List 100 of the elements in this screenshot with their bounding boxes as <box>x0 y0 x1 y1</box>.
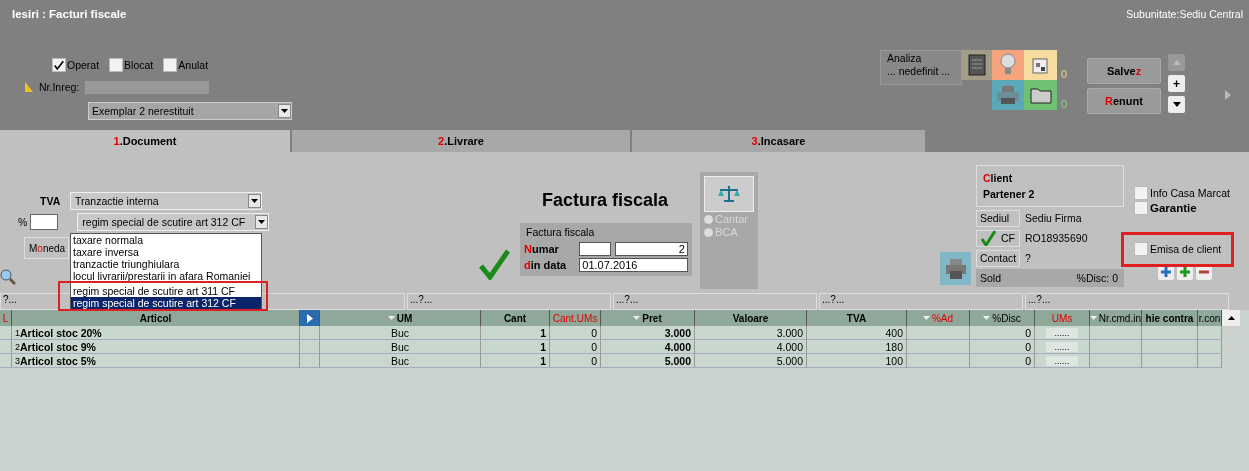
scroll-up-button[interactable] <box>1222 310 1240 326</box>
dropdown-option[interactable]: taxare inversa <box>71 246 261 258</box>
analysis-field[interactable]: Analiza ... nedefinit ... <box>880 50 962 85</box>
copy-select[interactable]: Exemplar 2 nerestituit <box>88 102 292 120</box>
column-header[interactable]: r.con <box>1198 310 1222 326</box>
down-button[interactable] <box>1168 96 1185 113</box>
column-header[interactable]: TVA <box>807 310 907 326</box>
cf-label: CF <box>976 229 1020 247</box>
checkbox[interactable] <box>1134 242 1148 256</box>
discount-value: %Disc: 0 <box>1076 272 1118 284</box>
number-field[interactable]: 2 <box>614 242 688 256</box>
table-cell: 400 <box>807 326 907 340</box>
ums-button[interactable]: ...... <box>1046 327 1078 338</box>
dropdown-option[interactable]: taxare normala <box>71 234 261 246</box>
column-header[interactable]: Valoare <box>695 310 807 326</box>
table-cell <box>300 326 320 340</box>
tab[interactable]: 2.Livrare <box>292 130 630 152</box>
table-cell: 5.000 <box>601 354 695 368</box>
dropdown-button[interactable] <box>248 194 261 208</box>
contact-value: ? <box>1024 252 1031 264</box>
table-cell: 0 <box>550 354 601 368</box>
sort-icon <box>922 316 930 320</box>
ums-button[interactable]: ...... <box>1046 341 1078 352</box>
lightbulb-icon[interactable] <box>992 50 1024 80</box>
column-header[interactable]: UM <box>320 310 481 326</box>
scale-button[interactable] <box>704 176 754 212</box>
table-cell <box>1142 326 1198 340</box>
table-cell: Buc <box>320 340 481 354</box>
table-cell: 3.000 <box>695 326 807 340</box>
checkbox[interactable] <box>109 58 124 72</box>
filter-field[interactable]: ...?... <box>407 293 611 310</box>
caret-icon <box>258 220 266 224</box>
filter-field[interactable]: ...?... <box>819 293 1023 310</box>
document-icon[interactable] <box>962 50 992 80</box>
dropdown-button[interactable] <box>255 215 269 229</box>
table-cell <box>1142 354 1198 368</box>
checkbox[interactable] <box>52 58 66 72</box>
column-header[interactable]: Articol <box>12 310 300 326</box>
checkmark-icon <box>53 58 65 72</box>
action-button[interactable]: Renunt <box>1087 88 1161 114</box>
table-cell: 1 <box>481 340 550 354</box>
search-icon[interactable] <box>0 269 16 285</box>
table-cell: Buc <box>320 326 481 340</box>
balance-label: Sold <box>980 272 1001 284</box>
action-button[interactable]: Salvez <box>1087 58 1161 84</box>
table-cell: 0 <box>550 326 601 340</box>
date-field[interactable]: 01.07.2016 <box>579 258 688 272</box>
folder-icon[interactable] <box>1024 80 1057 110</box>
table-cell <box>1198 354 1222 368</box>
percent-field[interactable] <box>30 214 59 230</box>
transaction-select[interactable]: Tranzactie interna <box>70 192 262 210</box>
caret-icon <box>1227 316 1235 320</box>
column-menu-button[interactable] <box>300 310 320 326</box>
checkbox[interactable] <box>1134 186 1148 200</box>
client-name: Partener 2 <box>983 188 1035 200</box>
printer-icon[interactable] <box>992 80 1024 110</box>
caret-icon <box>281 109 288 113</box>
caret-icon <box>251 199 258 203</box>
checkbox[interactable] <box>163 58 178 72</box>
column-header[interactable]: hie contra <box>1142 310 1198 326</box>
filter-field[interactable]: ...?... <box>613 293 817 310</box>
cube-icon[interactable] <box>1024 50 1057 80</box>
checkbox[interactable] <box>1134 201 1148 215</box>
counter: 0 <box>1061 98 1069 110</box>
dropdown-button[interactable] <box>278 104 291 118</box>
document-title: Factura fiscala <box>542 190 670 211</box>
field-label: Nr.Inreg: <box>39 81 80 93</box>
checkmark-icon <box>478 248 510 280</box>
subunit-label: Subunitate:Sediu Central <box>1126 8 1243 20</box>
tab[interactable]: 3.Incasare <box>632 130 925 152</box>
tab[interactable]: 1.Document <box>0 130 290 152</box>
column-header[interactable]: Pret <box>601 310 695 326</box>
series-field[interactable] <box>579 242 611 256</box>
table-cell <box>0 326 12 340</box>
caret-icon <box>306 313 313 323</box>
filter-field[interactable]: ...?... <box>1025 293 1229 310</box>
input-field[interactable] <box>85 80 210 94</box>
table-cell: 1 <box>481 354 550 368</box>
table-cell <box>0 340 12 354</box>
dropdown-option[interactable]: locul livrarii/prestarii in afara Romaniei <box>71 270 261 282</box>
column-header[interactable]: Cant <box>481 310 550 326</box>
table-cell <box>300 354 320 368</box>
table-cell: 4.000 <box>695 340 807 354</box>
currency-button[interactable]: Moneda <box>24 237 69 259</box>
table-cell: 0 <box>550 340 601 354</box>
dropdown-option[interactable]: regim special de scutire art 312 CF <box>71 297 261 309</box>
table-cell: 100 <box>807 354 907 368</box>
table-cell <box>907 340 970 354</box>
field-label: din data <box>524 259 568 271</box>
regime-select[interactable]: regim special de scutire art 312 CF <box>77 213 270 231</box>
ums-button[interactable]: ...... <box>1046 355 1078 366</box>
column-header[interactable]: %Disc <box>970 310 1035 326</box>
printer-icon[interactable] <box>940 252 971 285</box>
checkbox-label: Info Casa Marcat <box>1150 187 1230 199</box>
column-header[interactable]: Nr.cmd.in <box>1090 310 1142 326</box>
add-button[interactable]: + <box>1168 75 1185 92</box>
sort-icon <box>633 316 641 320</box>
dropdown-option[interactable]: tranzactie triunghiulara <box>71 258 261 270</box>
table-cell <box>1142 340 1198 354</box>
table-cell <box>907 354 970 368</box>
